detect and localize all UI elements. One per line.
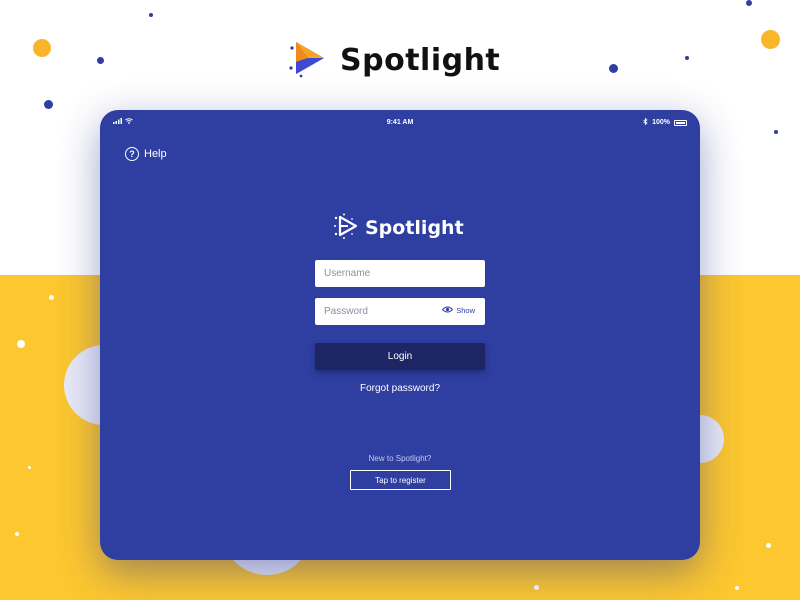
battery-icon	[674, 119, 687, 126]
header-brand: Spotlight	[288, 40, 500, 80]
register-prompt: New to Spotlight?	[368, 454, 432, 463]
decor-dot	[534, 585, 539, 590]
username-input[interactable]	[315, 260, 485, 287]
login-button[interactable]: Login	[315, 343, 485, 370]
decor-dot	[746, 0, 752, 6]
decor-dot	[761, 30, 780, 49]
decor-dot	[766, 543, 771, 548]
decor-dot	[735, 586, 739, 590]
eye-icon	[442, 306, 456, 315]
help-link[interactable]: ? Help	[125, 147, 167, 161]
decor-dot	[33, 39, 51, 57]
tablet-brand-name: Spotlight	[365, 217, 464, 239]
decor-dot	[44, 100, 53, 109]
decor-dot	[17, 340, 25, 348]
forgot-password-link[interactable]: Forgot password?	[100, 383, 700, 394]
tablet-logo: Spotlight	[333, 213, 464, 244]
decor-dot	[609, 64, 618, 73]
question-circle-icon: ?	[125, 147, 139, 161]
decor-dot	[49, 295, 54, 300]
play-sparkle-icon	[333, 213, 359, 244]
bluetooth-icon	[643, 117, 648, 127]
status-right: 100%	[643, 117, 687, 127]
brand-name: Spotlight	[340, 42, 501, 78]
spotlight-logo-icon	[288, 38, 328, 83]
decor-dot	[15, 532, 19, 536]
help-label: Help	[144, 148, 167, 160]
decor-dot	[149, 13, 153, 17]
decor-dot	[28, 466, 31, 469]
battery-percent: 100%	[652, 119, 670, 126]
decor-dot	[774, 130, 778, 134]
decor-dot	[685, 56, 689, 60]
register-button[interactable]: Tap to register	[350, 470, 451, 490]
status-bar: 9:41 AM 100%	[100, 110, 700, 136]
status-time: 9:41 AM	[386, 119, 414, 126]
password-field-wrap: Show	[315, 298, 485, 325]
show-password-toggle[interactable]: Show	[442, 306, 475, 315]
show-label: Show	[456, 306, 475, 315]
decor-dot	[97, 57, 104, 64]
tablet-screen: 9:41 AM 100% ? Help Spotlight Username S…	[100, 110, 700, 560]
